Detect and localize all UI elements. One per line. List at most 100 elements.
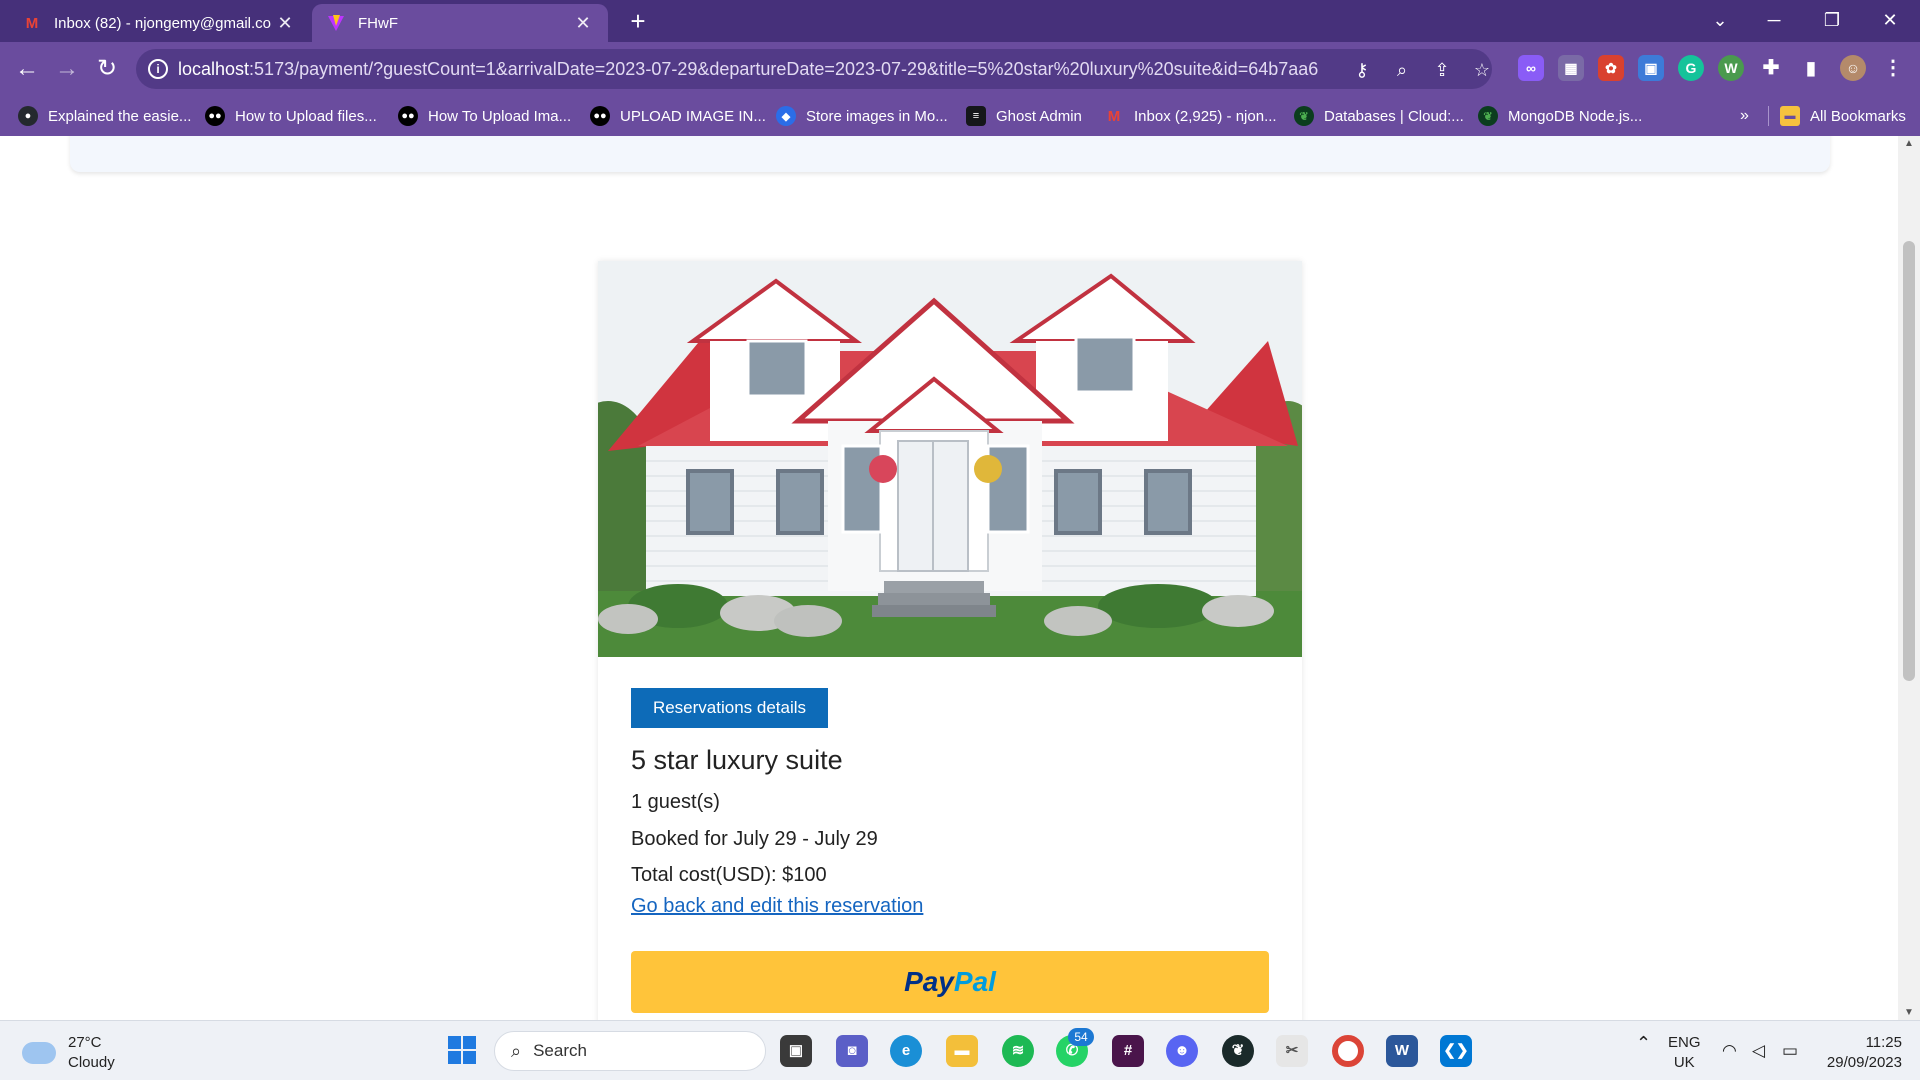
tab-gmail-inbox[interactable]: M Inbox (82) - njongemy@gmail.co ✕ <box>8 4 310 42</box>
tab-fhwf[interactable]: FHwF ✕ <box>312 4 608 42</box>
total-cost: Total cost(USD): $100 <box>631 864 827 886</box>
date: 29/09/2023 <box>1826 1054 1902 1071</box>
mongodb-compass-icon[interactable]: ❦ <box>1222 1035 1254 1067</box>
scrollbar-thumb[interactable] <box>1903 241 1915 681</box>
bookmark-item[interactable]: ●● How to Upload files... <box>205 104 377 128</box>
temperature: 27°C <box>68 1034 102 1051</box>
site-header <box>70 136 1830 172</box>
edit-reservation-link[interactable]: Go back and edit this reservation <box>631 895 923 918</box>
volume-icon[interactable]: ◁ <box>1752 1033 1765 1069</box>
bookmark-item[interactable]: ❦ MongoDB Node.js... <box>1478 104 1642 128</box>
tray-overflow-icon[interactable]: ⌃ <box>1636 1033 1651 1053</box>
back-button[interactable]: ← <box>10 53 44 87</box>
clock[interactable]: 11:25 29/09/2023 <box>1818 1033 1902 1073</box>
close-icon[interactable]: ✕ <box>572 13 594 34</box>
share-icon[interactable]: ⇪ <box>1428 57 1456 83</box>
wifi-icon[interactable]: ◠ <box>1722 1033 1737 1069</box>
restore-button[interactable]: ❐ <box>1808 0 1856 42</box>
w-extension-icon[interactable]: W <box>1718 55 1744 81</box>
word-icon[interactable]: W <box>1386 1035 1418 1067</box>
search-icon: ⌕ <box>511 1040 522 1061</box>
snipping-tool-icon[interactable]: ✂ <box>1276 1035 1308 1067</box>
bookmark-item[interactable]: M Inbox (2,925) - njon... <box>1104 104 1277 128</box>
zoom-icon[interactable]: ⌕ <box>1388 57 1416 83</box>
edge-icon[interactable]: e <box>890 1035 922 1067</box>
more-bookmarks-button[interactable]: » <box>1740 104 1749 128</box>
paypal-button[interactable]: Pay Pal <box>631 951 1269 1013</box>
scroll-down-icon[interactable]: ▼ <box>1898 1007 1920 1018</box>
globe-icon: ◆ <box>776 106 796 126</box>
tab-title: Inbox (82) - njongemy@gmail.co <box>54 14 271 32</box>
bookmark-item[interactable]: ● Explained the easie... <box>18 104 191 128</box>
bookmark-item[interactable]: ◆ Store images in Mo... <box>776 104 948 128</box>
menu-icon[interactable]: ⋮ <box>1880 55 1906 81</box>
grammarly-icon[interactable]: G <box>1678 55 1704 81</box>
side-panel-icon[interactable]: ▮ <box>1798 55 1824 81</box>
taskbar-search[interactable]: ⌕ Search <box>494 1031 766 1071</box>
medium-icon: ●● <box>398 106 418 126</box>
task-view-icon[interactable]: ▣ <box>780 1035 812 1067</box>
reservations-details-button[interactable]: Reservations details <box>631 688 828 728</box>
bookmark-item[interactable]: ❦ Databases | Cloud:... <box>1294 104 1464 128</box>
region: UK <box>1673 1054 1695 1071</box>
bookmark-item[interactable]: ●● UPLOAD IMAGE IN... <box>590 104 766 128</box>
guest-count: 1 guest(s) <box>631 791 720 813</box>
minimize-button[interactable]: ─ <box>1750 0 1798 42</box>
spotify-icon[interactable]: ≋ <box>1002 1035 1034 1067</box>
scroll-up-icon[interactable]: ▲ <box>1898 138 1920 149</box>
language-indicator[interactable]: ENG UK <box>1668 1033 1701 1073</box>
paypal-logo-pal: Pal <box>953 966 996 997</box>
reload-button[interactable]: ↻ <box>90 53 124 87</box>
booking-dates: Booked for July 29 - July 29 <box>631 828 878 850</box>
time: 11:25 <box>1865 1034 1902 1051</box>
bookmark-star-icon[interactable]: ☆ <box>1468 57 1496 83</box>
close-icon[interactable]: ✕ <box>274 13 296 34</box>
extension-icon[interactable]: ✿ <box>1598 55 1624 81</box>
taskbar: 27°C Cloudy ⌕ Search ▣ ◙ e ▬ ≋ ✆ 54 # ☻ … <box>0 1020 1920 1080</box>
all-bookmarks-button[interactable]: ▬ All Bookmarks <box>1780 104 1906 128</box>
site-info-icon[interactable]: i <box>148 59 168 79</box>
ghost-icon: ≡ <box>966 106 986 126</box>
github-icon: ● <box>18 106 38 126</box>
new-tab-button[interactable]: + <box>622 6 654 38</box>
screen-extension-icon[interactable]: ▣ <box>1638 55 1664 81</box>
chrome-icon[interactable] <box>1332 1035 1364 1067</box>
slack-icon[interactable]: # <box>1112 1035 1144 1067</box>
language: ENG <box>1668 1034 1701 1051</box>
scrollbar[interactable]: ▲ ▼ <box>1898 136 1920 1020</box>
cloud-icon <box>22 1042 56 1064</box>
key-icon[interactable]: ⚷ <box>1348 57 1376 83</box>
windows-start-icon[interactable] <box>446 1035 478 1067</box>
discord-icon[interactable]: ☻ <box>1166 1035 1198 1067</box>
search-label: Search <box>533 1041 587 1060</box>
tab-title: FHwF <box>358 14 398 32</box>
bookmark-item[interactable]: ≡ Ghost Admin <box>966 104 1082 128</box>
bookmark-item[interactable]: ●● How To Upload Ima... <box>398 104 571 128</box>
battery-icon[interactable]: ▭ <box>1782 1033 1798 1069</box>
gmail-icon: M <box>25 14 39 32</box>
extension-icon[interactable]: ∞ <box>1518 55 1544 81</box>
folder-icon: ▬ <box>1780 106 1800 126</box>
tab-search-icon[interactable]: ⌄ <box>1696 0 1744 42</box>
weather-widget[interactable]: 27°C Cloudy <box>22 1033 115 1073</box>
property-image <box>598 261 1302 657</box>
weather-condition: Cloudy <box>68 1054 115 1071</box>
puzzle-icon[interactable]: ✚ <box>1758 55 1784 81</box>
paypal-logo-pay: Pay <box>904 966 954 997</box>
forward-button[interactable]: → <box>50 53 84 87</box>
whatsapp-badge: 54 <box>1068 1028 1094 1046</box>
bookmarks-bar: ● Explained the easie... ●● How to Upload … <box>0 96 1920 136</box>
file-explorer-icon[interactable]: ▬ <box>946 1035 978 1067</box>
tab-strip: M Inbox (82) - njongemy@gmail.co ✕ FHwF … <box>0 0 1920 42</box>
grid-extension-icon[interactable]: ▦ <box>1558 55 1584 81</box>
avatar[interactable]: ☺ <box>1840 55 1866 81</box>
close-window-button[interactable]: ✕ <box>1866 0 1914 42</box>
medium-icon: ●● <box>205 106 225 126</box>
address-bar[interactable]: i localhost:5173/payment/?guestCount=1&a… <box>136 49 1492 89</box>
vscode-icon[interactable]: ❮❯ <box>1440 1035 1472 1067</box>
teams-icon[interactable]: ◙ <box>836 1035 868 1067</box>
reservation-card: Reservations details 5 star luxury suite… <box>598 261 1302 1020</box>
mongodb-icon: ❦ <box>1478 106 1498 126</box>
mongodb-icon: ❦ <box>1294 106 1314 126</box>
url-text[interactable]: localhost:5173/payment/?guestCount=1&arr… <box>178 59 1318 80</box>
